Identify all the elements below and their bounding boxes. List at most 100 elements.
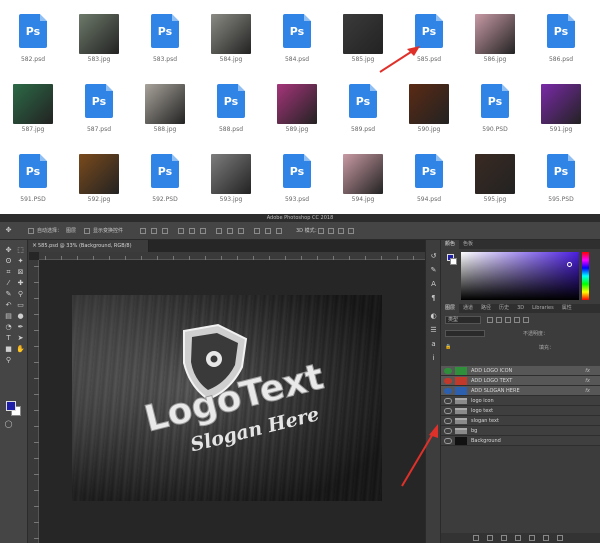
image-thumbnail[interactable] — [145, 84, 185, 124]
panel-background-swatch[interactable] — [450, 258, 457, 265]
file-tile[interactable]: Ps 594.psd — [396, 146, 462, 210]
visibility-eye-icon[interactable] — [444, 388, 452, 394]
layer-row[interactable]: slogan text — [441, 416, 600, 426]
move-tool-icon[interactable]: ✥ — [4, 226, 13, 235]
align-middle-icon[interactable] — [151, 228, 157, 234]
visibility-eye-icon[interactable] — [444, 378, 452, 384]
pen-tool-icon[interactable]: ✒ — [16, 323, 25, 332]
file-tile[interactable]: Ps 588.psd — [198, 76, 264, 140]
layer-row[interactable]: ADD LOGO ICON fx — [441, 366, 600, 376]
hand-tool-icon[interactable]: ✋ — [16, 345, 25, 354]
layer-row[interactable]: ADD SLOGAN HERE fx — [441, 386, 600, 396]
align-top-icon[interactable] — [140, 228, 146, 234]
layer-filter-dropdown[interactable]: 类型 — [445, 316, 481, 324]
photoshop-file-icon[interactable]: Ps — [415, 14, 443, 48]
image-thumbnail[interactable] — [79, 14, 119, 54]
align-bottom-icon[interactable] — [162, 228, 168, 234]
brush-tool-icon[interactable]: ✎ — [4, 290, 13, 299]
move-tool-icon[interactable]: ✥ — [4, 246, 13, 255]
3d-roll-icon[interactable] — [328, 228, 334, 234]
layer-row[interactable]: logo text — [441, 406, 600, 416]
visibility-eye-icon[interactable] — [444, 368, 452, 374]
eraser-tool-icon[interactable]: ▭ — [16, 301, 25, 310]
file-tile[interactable]: Ps 582.psd — [0, 6, 66, 70]
filter-adjustment-icon[interactable] — [496, 317, 502, 323]
clone-stamp-icon[interactable]: ⚲ — [16, 290, 25, 299]
file-tile[interactable]: Ps 595.PSD — [528, 146, 594, 210]
file-tile[interactable]: Ps 585.psd — [396, 6, 462, 70]
color-picker-field[interactable] — [461, 252, 579, 300]
panel-tab[interactable]: 颜色 — [441, 240, 460, 249]
layer-effects-icon[interactable]: fx — [585, 366, 590, 376]
image-thumbnail[interactable] — [343, 14, 383, 54]
lasso-tool-icon[interactable]: ʘ — [4, 257, 13, 266]
file-tile[interactable]: 590.jpg — [396, 76, 462, 140]
file-tile[interactable]: Ps 583.psd — [132, 6, 198, 70]
path-select-icon[interactable]: ➤ — [16, 334, 25, 343]
panel-tab[interactable]: 色板 — [459, 240, 477, 249]
history-brush-icon[interactable]: ↶ — [4, 301, 13, 310]
delete-layer-icon[interactable] — [557, 535, 563, 541]
image-thumbnail[interactable] — [211, 154, 251, 194]
image-thumbnail[interactable] — [475, 154, 515, 194]
filter-type-icon[interactable] — [505, 317, 511, 323]
file-tile[interactable]: 595.jpg — [462, 146, 528, 210]
panel-tab[interactable]: 图层 — [441, 304, 460, 313]
panel-tab[interactable]: 3D — [513, 304, 528, 313]
brush-settings-icon[interactable]: ✎ — [429, 266, 438, 275]
visibility-eye-icon[interactable] — [444, 398, 452, 404]
auto-select-checkbox[interactable] — [28, 228, 34, 234]
file-tile[interactable]: 588.jpg — [132, 76, 198, 140]
paragraph-icon[interactable]: ¶ — [429, 294, 438, 303]
photoshop-file-icon[interactable]: Ps — [151, 14, 179, 48]
quick-mask-icon[interactable]: ◯ — [4, 420, 13, 429]
blend-mode-dropdown[interactable] — [445, 330, 485, 337]
file-tile[interactable]: Ps 592.PSD — [132, 146, 198, 210]
character-icon[interactable]: A — [429, 280, 438, 289]
color-picker-cursor-icon[interactable] — [567, 262, 572, 267]
distribute-left-icon[interactable] — [254, 228, 260, 234]
file-tile[interactable]: Ps 587.psd — [66, 76, 132, 140]
eyedropper-icon[interactable]: ⁄ — [4, 279, 13, 288]
frame-tool-icon[interactable]: ⊠ — [16, 268, 25, 277]
photoshop-file-icon[interactable]: Ps — [283, 154, 311, 188]
file-tile[interactable]: Ps 590.PSD — [462, 76, 528, 140]
document-tab[interactable]: 585.psd @ 33% (Background, RGB/8) — [29, 240, 149, 252]
image-thumbnail[interactable] — [79, 154, 119, 194]
blur-tool-icon[interactable]: ● — [16, 312, 25, 321]
file-tile[interactable]: Ps 584.psd — [264, 6, 330, 70]
3d-slide-icon[interactable] — [348, 228, 354, 234]
foreground-color-swatch[interactable] — [6, 401, 16, 411]
photoshop-file-icon[interactable]: Ps — [19, 154, 47, 188]
3d-pan-icon[interactable] — [338, 228, 344, 234]
file-tile[interactable]: Ps 586.psd — [528, 6, 594, 70]
healing-brush-icon[interactable]: ✚ — [16, 279, 25, 288]
photoshop-file-icon[interactable]: Ps — [481, 84, 509, 118]
align-center-icon[interactable] — [189, 228, 195, 234]
file-tile[interactable]: 587.jpg — [0, 76, 66, 140]
panel-tab[interactable]: Libraries — [528, 304, 558, 313]
dodge-tool-icon[interactable]: ◔ — [4, 323, 13, 332]
file-tile[interactable]: 591.jpg — [528, 76, 594, 140]
distribute-top-icon[interactable] — [216, 228, 222, 234]
file-tile[interactable]: 593.jpg — [198, 146, 264, 210]
visibility-eye-icon[interactable] — [444, 408, 452, 414]
file-tile[interactable]: Ps 589.psd — [330, 76, 396, 140]
image-thumbnail[interactable] — [277, 84, 317, 124]
layer-effects-icon[interactable]: fx — [585, 376, 590, 386]
visibility-eye-icon[interactable] — [444, 438, 452, 444]
3d-rotate-icon[interactable] — [318, 228, 324, 234]
distribute-middle-icon[interactable] — [227, 228, 233, 234]
align-left-icon[interactable] — [178, 228, 184, 234]
visibility-eye-icon[interactable] — [444, 428, 452, 434]
file-tile[interactable]: 583.jpg — [66, 6, 132, 70]
photoshop-file-icon[interactable]: Ps — [85, 84, 113, 118]
filter-smart-object-icon[interactable] — [523, 317, 529, 323]
image-thumbnail[interactable] — [409, 84, 449, 124]
image-thumbnail[interactable] — [541, 84, 581, 124]
new-layer-icon[interactable] — [543, 535, 549, 541]
file-tile[interactable]: 594.jpg — [330, 146, 396, 210]
add-mask-icon[interactable] — [501, 535, 507, 541]
filter-shape-icon[interactable] — [514, 317, 520, 323]
panel-tab[interactable]: 历史 — [495, 304, 513, 313]
